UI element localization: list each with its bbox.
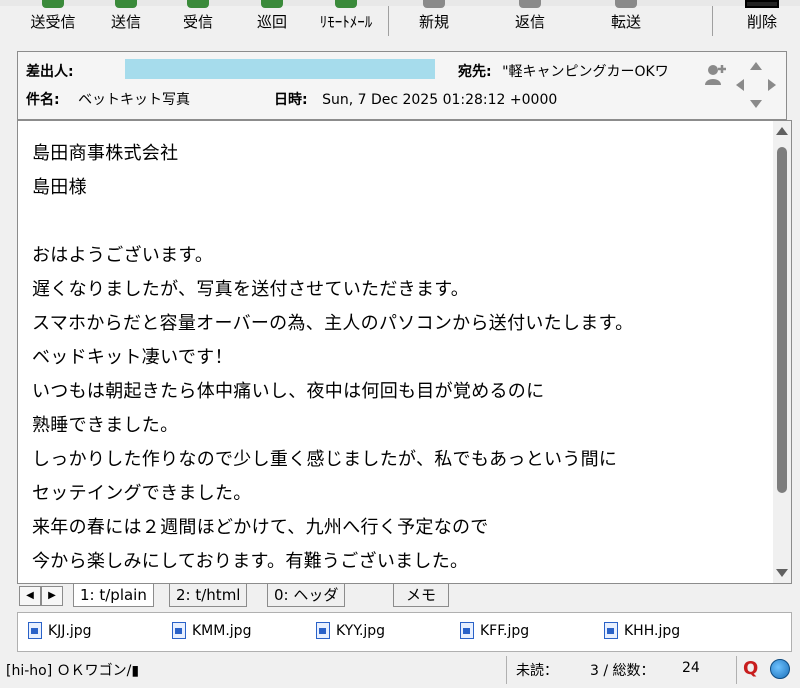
receive-icon [187,0,209,8]
message-header: 差出人: 宛先: "軽キャンピングカーOKワ 件名: ベットキット写真 日時: … [17,51,787,120]
delete-label: 削除 [746,13,777,31]
to-row: 宛先: "軽キャンピングカーOKワ [458,61,669,81]
subject-row: 件名: ベットキット写真 [26,89,190,109]
mail-window: 送受信 送信 受信 巡回 ﾘﾓｰﾄﾒｰﾙ 新規 返信 転送 削除 差出人: 宛先… [0,0,800,688]
patrol-icon [261,0,283,8]
scroll-thumb[interactable] [777,147,787,493]
attachment-item[interactable]: KYY.jpg [316,622,385,639]
part-tabs: ◀ ▶ 1: t/plain 2: t/html 0: ヘッダ メモ [17,584,790,608]
scroll-down-arrow-icon[interactable] [776,569,788,577]
forward-button[interactable]: 転送 [596,0,656,40]
vertical-scrollbar[interactable] [773,121,791,583]
new-icon [423,0,445,8]
attachment-name: KHH.jpg [624,622,681,639]
tab-scroll-left-icon[interactable]: ◀ [19,586,41,606]
remote-mail-icon [335,0,357,8]
toolbar: 送受信 送信 受信 巡回 ﾘﾓｰﾄﾒｰﾙ 新規 返信 転送 削除 [0,0,800,42]
status-unread-label: 未読： [516,663,558,679]
message-body-text: 島田商事株式会社 島田様 おはようございます。遅くなりましたが、写真を送付させてい… [32,137,633,579]
tab-scroll-right-icon[interactable]: ▶ [41,586,63,606]
reply-button[interactable]: 返信 [500,0,560,40]
attachment-name: KJJ.jpg [48,622,92,639]
body-line: 島田商事株式会社 [32,143,179,164]
reply-icon [519,0,541,8]
patrol-label: 巡回 [256,13,287,31]
body-line: 来年の春には２週間ほどかけて、九州へ行く予定なので [32,517,489,538]
send-receive-button[interactable]: 送受信 [18,0,88,40]
receive-label: 受信 [182,13,213,31]
new-label: 新規 [418,13,449,31]
send-button[interactable]: 送信 [96,0,156,40]
delete-button[interactable]: 削除 [732,0,792,40]
date-label: 日時: [274,92,308,108]
to-value[interactable]: "軽キャンピングカーOKワ [502,64,669,80]
body-line: ベッドキット凄いです！ [32,347,233,368]
forward-icon [615,0,637,8]
body-line: 島田様 [32,177,87,198]
remote-mail-button[interactable]: ﾘﾓｰﾄﾒｰﾙ [308,0,384,40]
send-receive-label: 送受信 [30,13,76,31]
navigation-arrows-icon[interactable] [734,60,778,110]
to-label: 宛先: [458,64,492,80]
globe-icon[interactable] [770,659,790,679]
status-unread-value: 3 / 総数： [590,663,655,679]
toolbar-separator [712,6,713,36]
subject-label: 件名: [26,92,60,108]
image-file-icon [28,622,42,639]
body-line: おはようございます。 [32,245,214,266]
body-line: 今から楽しみにしております。有難うございました。 [32,551,469,572]
from-label: 差出人: [26,64,74,80]
attachment-name: KYY.jpg [336,622,386,639]
body-line: セッテイングできました。 [32,483,252,504]
tab-memo[interactable]: メモ [393,584,450,607]
image-file-icon [172,622,186,639]
add-contact-icon[interactable] [704,62,728,86]
body-line: スマホからだと容量オーバーの為、主人のパソコンから送付いたします。 [32,313,634,334]
new-button[interactable]: 新規 [404,0,464,40]
status-separator [506,656,507,684]
q-icon[interactable]: Q [743,658,758,679]
date-value: Sun, 7 Dec 2025 01:28:12 +0000 [322,92,558,108]
body-line: しっかりした作りなので少し重く感じましたが、私でもあっという間に [32,449,618,470]
attachment-item[interactable]: KJJ.jpg [28,622,92,639]
from-row: 差出人: [26,61,74,81]
status-folder: [hi-ho] ＯＫワゴン/▮ [6,663,140,679]
tab-text-html[interactable]: 2: t/html [169,584,248,607]
attachment-name: KFF.jpg [480,622,530,639]
scroll-up-arrow-icon[interactable] [776,127,788,135]
attachment-item[interactable]: KFF.jpg [460,622,529,639]
delete-icon [745,0,779,8]
send-receive-icon [42,0,64,8]
subject-value: ベットキット写真 [78,92,191,108]
toolbar-separator [388,6,389,36]
status-bar: [hi-ho] ＯＫワゴン/▮ 未読： 3 / 総数： 24 Q [0,652,800,688]
from-value-redacted [125,59,435,79]
attachment-name: KMM.jpg [192,622,252,639]
forward-label: 転送 [610,13,641,31]
status-separator [736,656,737,684]
body-line [32,205,633,239]
image-file-icon [316,622,330,639]
tab-text-plain[interactable]: 1: t/plain [73,584,154,607]
message-body[interactable]: 島田商事株式会社 島田様 おはようございます。遅くなりましたが、写真を送付させてい… [17,120,792,584]
send-icon [115,0,137,8]
send-label: 送信 [110,13,141,31]
attachment-item[interactable]: KHH.jpg [604,622,680,639]
body-line: 熟睡できました。 [32,415,179,436]
date-row: 日時: Sun, 7 Dec 2025 01:28:12 +0000 [274,89,557,109]
image-file-icon [604,622,618,639]
attachment-list: KJJ.jpg KMM.jpg KYY.jpg KFF.jpg KHH.jpg [17,612,792,652]
reply-label: 返信 [514,13,545,31]
patrol-button[interactable]: 巡回 [242,0,302,40]
body-line: いつもは朝起きたら体中痛いし、夜中は何回も目が覚めるのに [32,381,545,402]
attachment-item[interactable]: KMM.jpg [172,622,251,639]
tab-header[interactable]: 0: ヘッダ [267,584,346,607]
status-total-value: 24 [682,660,700,676]
body-line: 遅くなりましたが、写真を送付させていただきます。 [32,279,470,300]
image-file-icon [460,622,474,639]
remote-mail-label: ﾘﾓｰﾄﾒｰﾙ [319,13,373,31]
receive-button[interactable]: 受信 [168,0,228,40]
